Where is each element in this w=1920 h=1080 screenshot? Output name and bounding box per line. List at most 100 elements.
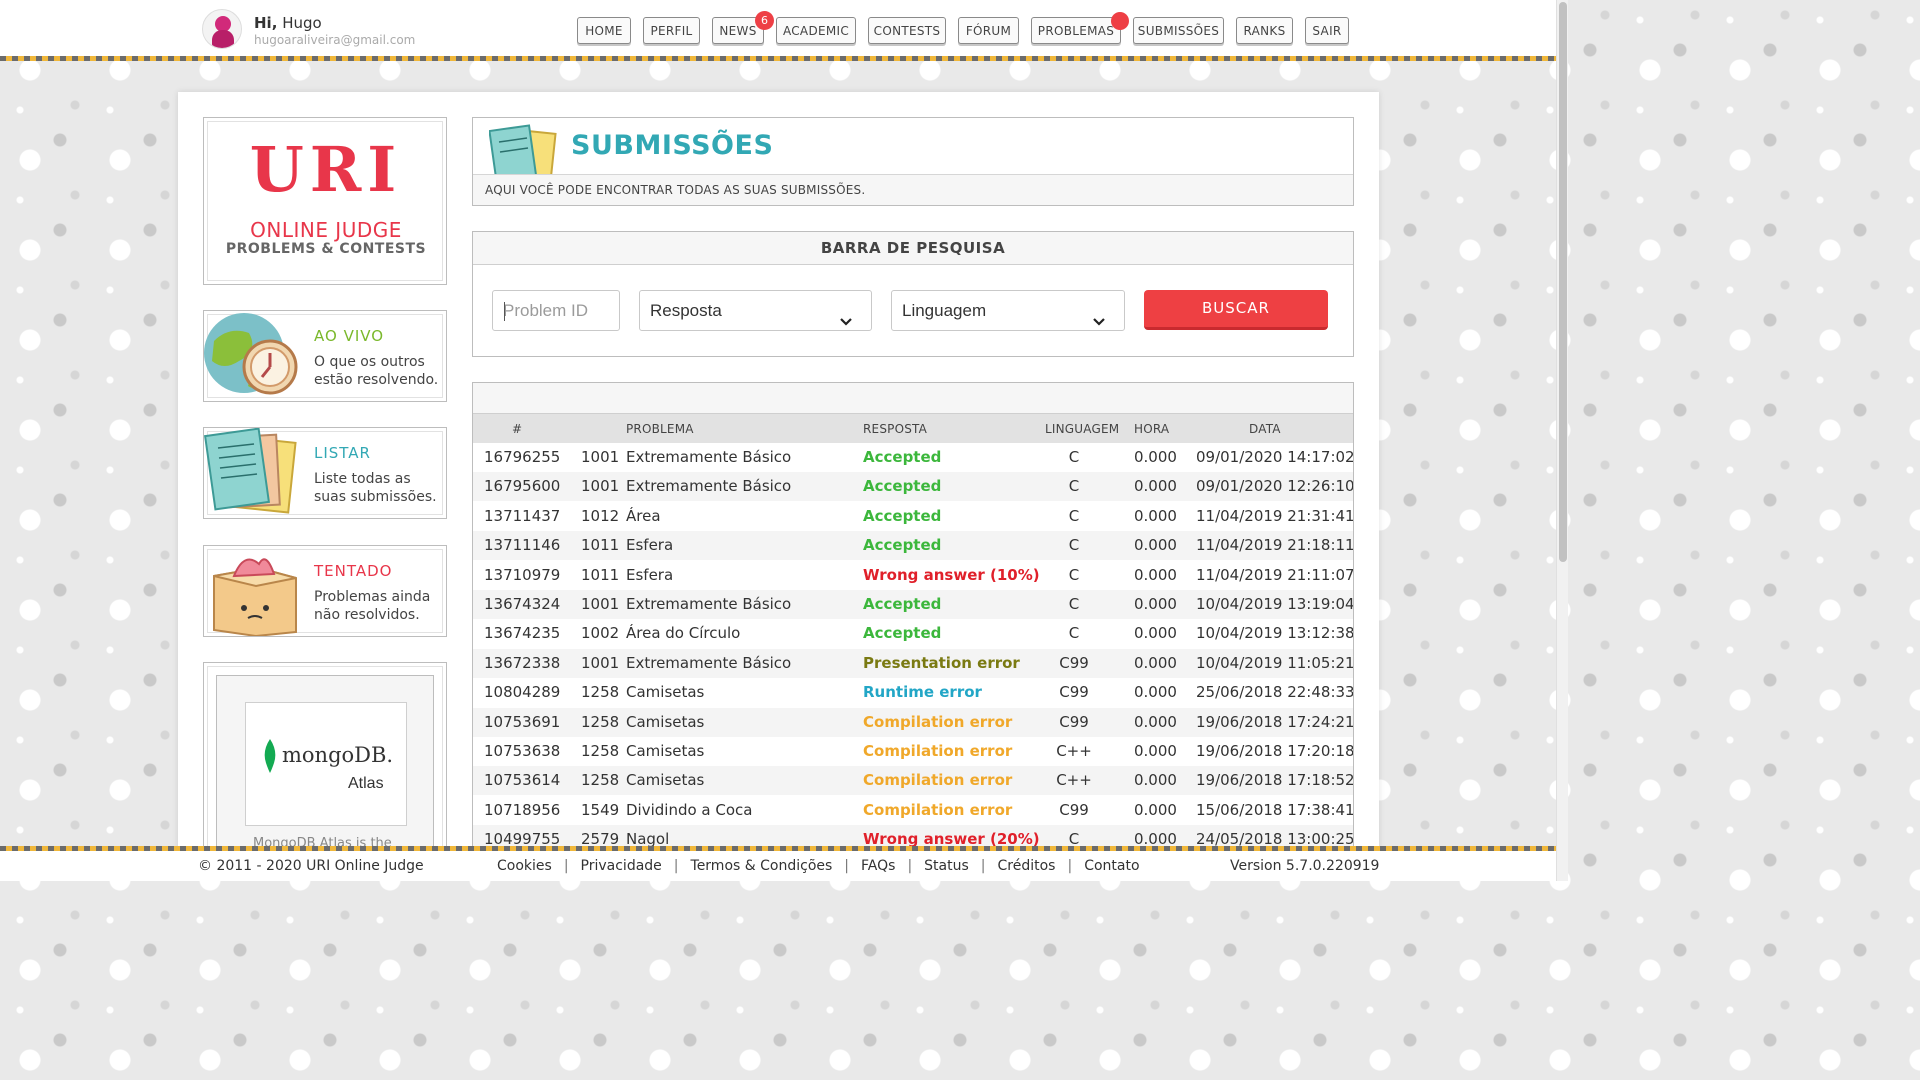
- search-button[interactable]: BUSCAR: [1144, 290, 1328, 330]
- problem-id[interactable]: 1549: [581, 801, 619, 819]
- submission-id[interactable]: 10753691: [484, 713, 560, 731]
- answer[interactable]: Accepted: [863, 624, 941, 642]
- col-time[interactable]: HORA: [1134, 422, 1169, 436]
- problem-name[interactable]: Extremamente Básico: [626, 654, 791, 672]
- problem-id[interactable]: 1012: [581, 507, 619, 525]
- answer[interactable]: Runtime error: [863, 683, 982, 701]
- answer[interactable]: Compilation error: [863, 801, 1012, 819]
- sidebar-card-listar[interactable]: LISTAR Liste todas as suas submissões.: [203, 427, 447, 519]
- answer-select[interactable]: Resposta: [639, 290, 872, 331]
- table-row[interactable]: 16796255 1001 Extremamente Básico Accepted C…: [473, 443, 1353, 472]
- problem-id[interactable]: 1258: [581, 771, 619, 789]
- mongodb-atlas-ad[interactable]: mongoDB. Atlas: [245, 702, 407, 826]
- problem-id[interactable]: 1001: [581, 654, 619, 672]
- nav-forum[interactable]: FÓRUM: [958, 17, 1019, 44]
- problem-id-input[interactable]: Problem ID: [492, 290, 620, 331]
- submission-id[interactable]: 13711146: [484, 536, 560, 554]
- problem-name[interactable]: Esfera: [626, 566, 673, 584]
- submission-id[interactable]: 13674324: [484, 595, 560, 613]
- answer[interactable]: Accepted: [863, 536, 941, 554]
- table-row[interactable]: 10753614 1258 Camisetas Compilation error C+…: [473, 766, 1353, 796]
- problem-name[interactable]: Camisetas: [626, 713, 704, 731]
- nav-problemas[interactable]: PROBLEMAS: [1031, 17, 1121, 44]
- submission-id[interactable]: 10804289: [484, 683, 560, 701]
- problem-name[interactable]: Área: [626, 507, 661, 525]
- answer[interactable]: Accepted: [863, 477, 941, 495]
- table-row[interactable]: 10753638 1258 Camisetas Compilation error C+…: [473, 737, 1353, 766]
- table-row[interactable]: 13711146 1011 Esfera Accepted C 0.000 11/04/20…: [473, 531, 1353, 561]
- answer[interactable]: Compilation error: [863, 771, 1012, 789]
- submission-id[interactable]: 13711437: [484, 507, 560, 525]
- answer[interactable]: Accepted: [863, 507, 941, 525]
- problem-name[interactable]: Camisetas: [626, 683, 704, 701]
- problem-name[interactable]: Camisetas: [626, 771, 704, 789]
- table-row[interactable]: 13674235 1002 Área do Círculo Accepted C 0.00…: [473, 619, 1353, 648]
- problem-id[interactable]: 1001: [581, 477, 619, 495]
- col-problem[interactable]: PROBLEMA: [626, 422, 694, 436]
- nav-academic[interactable]: ACADEMIC: [776, 17, 856, 44]
- table-row[interactable]: 13672338 1001 Extremamente Básico Presentat…: [473, 648, 1353, 678]
- nav-submissoes[interactable]: SUBMISSÕES: [1133, 17, 1224, 44]
- nav-home[interactable]: HOME: [577, 17, 631, 44]
- submission-id[interactable]: 13674235: [484, 624, 560, 642]
- footer-link-privacidade[interactable]: Privacidade: [581, 858, 662, 874]
- answer[interactable]: Presentation error: [863, 654, 1020, 672]
- submission-id[interactable]: 10718956: [484, 801, 560, 819]
- nav-sair[interactable]: SAIR: [1305, 17, 1349, 44]
- answer[interactable]: Accepted: [863, 595, 941, 613]
- nav-contests[interactable]: CONTESTS: [868, 17, 946, 44]
- answer[interactable]: Compilation error: [863, 742, 1012, 760]
- sidebar-card-tentado[interactable]: TENTADO Problemas ainda não resolvidos.: [203, 545, 447, 637]
- col-id[interactable]: #: [512, 422, 522, 436]
- submission-id[interactable]: 10753614: [484, 771, 560, 789]
- problem-name[interactable]: Esfera: [626, 536, 673, 554]
- language-select[interactable]: Linguagem: [891, 290, 1125, 331]
- problem-name[interactable]: Área do Círculo: [626, 624, 740, 642]
- table-row[interactable]: 13711437 1012 Área Accepted C 0.000 11/04/2019…: [473, 502, 1353, 531]
- problem-id[interactable]: 1002: [581, 624, 619, 642]
- problem-id[interactable]: 1258: [581, 713, 619, 731]
- problem-name[interactable]: Extremamente Básico: [626, 448, 791, 466]
- table-row[interactable]: 13710979 1011 Esfera Wrong answer (10%) C 0.0…: [473, 561, 1353, 590]
- problem-id[interactable]: 1001: [581, 448, 619, 466]
- footer-link-cookies[interactable]: Cookies: [497, 858, 552, 874]
- footer-link-termos[interactable]: Termos & Condições: [691, 858, 833, 874]
- scrollbar-thumb[interactable]: [1559, 2, 1567, 562]
- answer[interactable]: Compilation error: [863, 713, 1012, 731]
- table-row[interactable]: 16795600 1001 Extremamente Básico Accepted C…: [473, 472, 1353, 502]
- table-row[interactable]: 10753691 1258 Camisetas Compilation error C9…: [473, 707, 1353, 737]
- nav-ranks[interactable]: RANKS: [1236, 17, 1293, 44]
- submission-id[interactable]: 10753638: [484, 742, 560, 760]
- table-row[interactable]: 13674324 1001 Extremamente Básico Accepted C…: [473, 590, 1353, 619]
- sidebar-card-ao-vivo[interactable]: AO VIVO O que os outros estão resolvendo…: [203, 310, 447, 402]
- footer-link-status[interactable]: Status: [924, 858, 969, 874]
- answer[interactable]: Wrong answer (10%): [863, 566, 1040, 584]
- nav-perfil[interactable]: PERFIL: [643, 17, 700, 44]
- table-row[interactable]: 10718956 1549 Dividindo a Coca Compilation …: [473, 796, 1353, 825]
- problem-id[interactable]: 1011: [581, 536, 619, 554]
- submission-id[interactable]: 13672338: [484, 654, 560, 672]
- submission-id[interactable]: 16796255: [484, 448, 560, 466]
- table-row[interactable]: 10804289 1258 Camisetas Runtime error C99 0.0…: [473, 678, 1353, 707]
- submission-id[interactable]: 16795600: [484, 477, 560, 495]
- submission-id[interactable]: 13710979: [484, 566, 560, 584]
- language: C99: [1059, 800, 1089, 819]
- problem-id[interactable]: 1011: [581, 566, 619, 584]
- site-logo[interactable]: URI ONLINE JUDGE PROBLEMS & CONTESTS: [203, 117, 447, 285]
- footer-link-contato[interactable]: Contato: [1084, 858, 1139, 874]
- avatar[interactable]: [202, 9, 242, 49]
- col-language[interactable]: LINGUAGEM: [1045, 422, 1119, 436]
- problem-name[interactable]: Extremamente Básico: [626, 595, 791, 613]
- problem-id[interactable]: 1258: [581, 683, 619, 701]
- problem-name[interactable]: Dividindo a Coca: [626, 801, 752, 819]
- answer[interactable]: Accepted: [863, 448, 941, 466]
- problem-name[interactable]: Extremamente Básico: [626, 477, 791, 495]
- page-scrollbar[interactable]: [1556, 0, 1568, 881]
- col-answer[interactable]: RESPOSTA: [863, 422, 927, 436]
- footer-link-faqs[interactable]: FAQs: [861, 858, 895, 874]
- problem-id[interactable]: 1001: [581, 595, 619, 613]
- col-date[interactable]: DATA: [1249, 422, 1281, 436]
- problem-id[interactable]: 1258: [581, 742, 619, 760]
- problem-name[interactable]: Camisetas: [626, 742, 704, 760]
- footer-link-creditos[interactable]: Créditos: [998, 858, 1056, 874]
